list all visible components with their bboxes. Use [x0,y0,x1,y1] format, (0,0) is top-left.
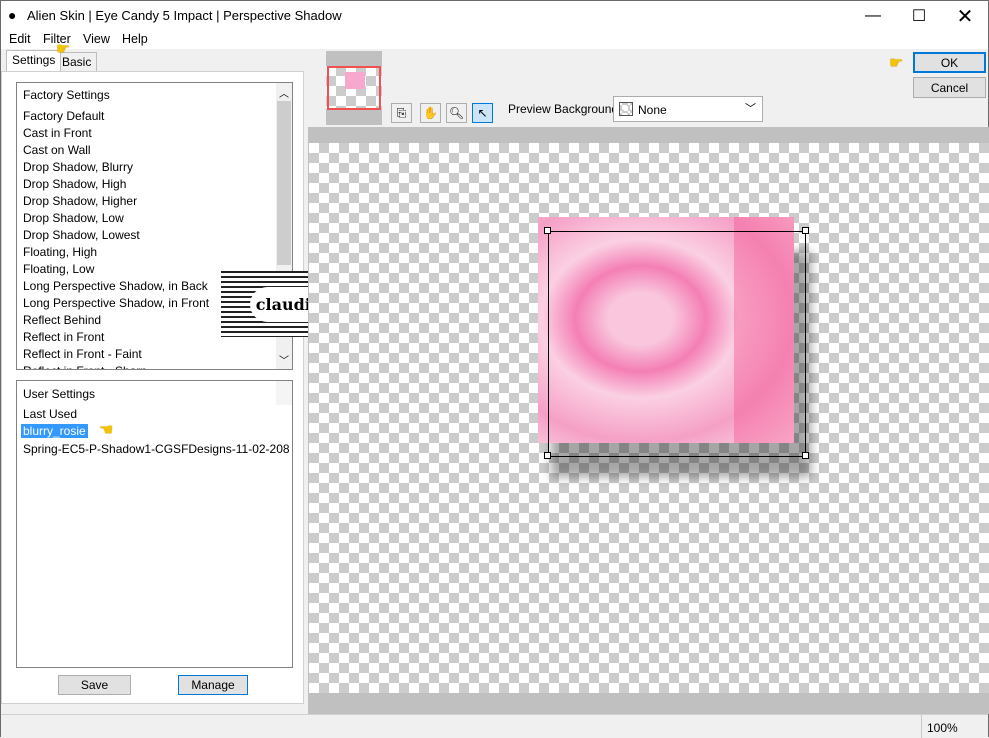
maximize-button[interactable]: ☐ [896,1,942,31]
zoom-tool-icon[interactable]: 🔍︎ [446,103,467,123]
transparency-swatch-icon [619,102,633,116]
pointing-hand-icon: ☛ [56,41,71,58]
chevron-down-icon[interactable]: ﹀ [279,352,289,367]
list-header: User Settings [23,387,96,401]
list-item[interactable]: Reflect in Front - Sharp [23,364,147,369]
list-item[interactable]: Drop Shadow, High [23,177,126,191]
selection-box[interactable] [548,231,806,457]
list-item[interactable]: Drop Shadow, Higher [23,194,137,208]
scrollbar-thumb[interactable] [277,101,291,265]
hand-tool-icon[interactable]: ✋ [420,103,441,123]
list-item[interactable]: Long Perspective Shadow, in Back [23,279,208,293]
list-header: Factory Settings [23,88,110,102]
zoom-level: 100% [927,721,958,735]
preview-background-label: Preview Background: [508,102,622,116]
list-item[interactable]: Reflect in Front [23,330,104,344]
list-item-selected[interactable]: blurry_rosie [21,424,88,438]
menu-view[interactable]: View [83,32,110,46]
list-item[interactable]: Reflect in Front - Faint [23,347,142,361]
menu-bar: Edit Filter View Help [1,31,988,49]
ok-button[interactable]: OK [913,52,986,73]
pointer-tool-icon[interactable]: ↖ [472,103,493,123]
minimize-button[interactable]: — [850,1,896,31]
list-item[interactable]: Floating, High [23,245,97,259]
manage-button[interactable]: Manage [178,675,248,695]
pointing-hand-icon: ☚ [99,422,114,439]
alien-skin-icon: ● [8,7,17,23]
resize-handle[interactable] [544,227,551,234]
preview-compare-icon[interactable]: ⎘ [391,103,412,123]
resize-handle[interactable] [802,227,809,234]
list-item[interactable]: Drop Shadow, Blurry [23,160,133,174]
list-item[interactable]: Floating, Low [23,262,94,276]
list-item[interactable]: Reflect Behind [23,313,101,327]
chevron-down-icon: ﹀ [745,103,756,115]
chevron-up-icon[interactable]: ︿ [279,85,289,100]
resize-handle[interactable] [544,452,551,459]
scrollbar[interactable] [276,381,292,405]
pointing-hand-icon: ☛ [889,55,904,72]
preview-canvas[interactable] [309,143,989,693]
list-item[interactable]: Factory Default [23,109,104,123]
list-item[interactable]: Drop Shadow, Lowest [23,228,140,242]
list-item[interactable]: Long Perspective Shadow, in Front [23,296,209,310]
user-settings-list[interactable]: User Settings Last Used blurry_rosie ☚ S… [16,380,293,668]
menu-edit[interactable]: Edit [9,32,31,46]
navigator[interactable] [326,51,382,125]
resize-handle[interactable] [802,452,809,459]
tab-settings[interactable]: Settings [6,50,62,72]
preview-background-select[interactable]: None ﹀ [613,96,763,122]
list-item[interactable]: Cast in Front [23,126,92,140]
list-item[interactable]: Cast on Wall [23,143,91,157]
save-button[interactable]: Save [58,675,131,695]
cancel-button[interactable]: Cancel [913,77,986,98]
close-button[interactable]: ✕ [942,1,988,31]
list-item[interactable]: Drop Shadow, Low [23,211,124,225]
title-bar: ● Alien Skin | Eye Candy 5 Impact | Pers… [1,1,988,31]
status-bar: 100% [1,714,988,738]
list-item[interactable]: Spring-EC5-P-Shadow1-CGSFDesigns-11-02-2… [23,442,290,456]
menu-help[interactable]: Help [122,32,148,46]
list-item[interactable]: Last Used [23,407,77,421]
window-title: Alien Skin | Eye Candy 5 Impact | Perspe… [27,8,342,23]
preview-background-value: None [638,103,667,117]
navigator-frame[interactable] [327,66,381,110]
preview-area[interactable] [308,127,989,714]
